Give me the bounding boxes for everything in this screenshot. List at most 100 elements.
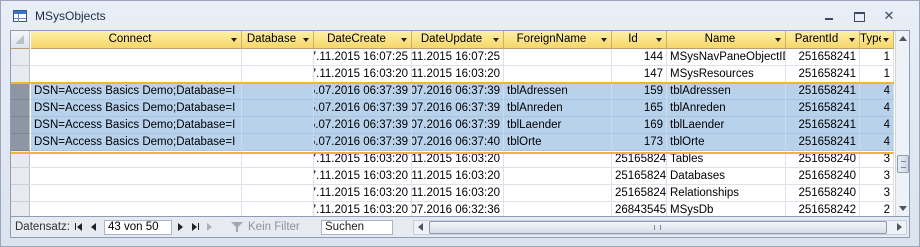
cell-id[interactable]: 173 — [612, 134, 667, 151]
cell-datecreate[interactable]: 07.11.2015 16:03:20 — [314, 151, 412, 168]
chevron-down-icon[interactable] — [775, 38, 781, 42]
cell-connect[interactable]: DSN=Access Basics Demo;Database=I — [31, 117, 242, 134]
cell-id[interactable]: 268435456 — [612, 202, 667, 216]
cell-foreignname[interactable] — [504, 168, 612, 185]
chevron-down-icon[interactable] — [303, 38, 309, 42]
cell-datecreate[interactable]: 07.11.2015 16:03:20 — [314, 185, 412, 202]
cell-parentid[interactable]: 251658240 — [786, 168, 860, 185]
cell-id[interactable]: 251658243 — [612, 185, 667, 202]
cell-datecreate[interactable]: 05.07.2016 06:37:39 — [314, 83, 412, 100]
chevron-down-icon[interactable] — [401, 38, 407, 42]
cell-type[interactable]: 4 — [860, 117, 894, 134]
row-selector[interactable] — [11, 49, 30, 66]
column-header-connect[interactable]: Connect — [31, 31, 242, 49]
cell-dateupdate[interactable]: 05.07.2016 06:37:39 — [412, 117, 504, 134]
chevron-down-icon[interactable] — [656, 38, 662, 42]
cell-parentid[interactable]: 251658241 — [786, 117, 860, 134]
cell-type[interactable]: 4 — [860, 100, 894, 117]
cell-type[interactable]: 1 — [860, 66, 894, 83]
cell-connect[interactable] — [31, 168, 242, 185]
cell-id[interactable]: 251658241 — [612, 151, 667, 168]
filter-toggle[interactable]: Kein Filter — [225, 220, 317, 235]
cell-datecreate[interactable]: 07.11.2015 16:03:20 — [314, 66, 412, 83]
cell-name[interactable]: tblLaender — [667, 117, 786, 134]
table-row[interactable]: DSN=Access Basics Demo;Database=I 05.07.2… — [11, 83, 894, 100]
cell-name[interactable]: MSysDb — [667, 202, 786, 216]
cell-dateupdate[interactable]: 07.11.2015 16:03:20 — [412, 168, 504, 185]
table-row[interactable]: DSN=Access Basics Demo;Database=I 05.07.2… — [11, 134, 894, 151]
cell-database[interactable] — [242, 66, 314, 83]
cell-id[interactable]: 144 — [612, 49, 667, 66]
cell-dateupdate[interactable]: 05.07.2016 06:37:40 — [412, 134, 504, 151]
cell-connect[interactable] — [31, 66, 242, 83]
cell-foreignname[interactable] — [504, 66, 612, 83]
row-selector[interactable] — [11, 66, 30, 83]
last-record-icon[interactable] — [189, 220, 202, 234]
cell-connect[interactable]: DSN=Access Basics Demo;Database=I — [31, 83, 242, 100]
column-header-foreignname[interactable]: ForeignName — [504, 31, 612, 49]
table-row[interactable]: 07.11.2015 16:07:2507.11.2015 16:07:25 14… — [11, 49, 894, 66]
cell-name[interactable]: tblAnreden — [667, 100, 786, 117]
cell-name[interactable]: Tables — [667, 151, 786, 168]
maximize-icon[interactable] — [852, 10, 866, 22]
column-header-dateupdate[interactable]: DateUpdate — [412, 31, 504, 49]
cell-dateupdate[interactable]: 05.07.2016 06:37:39 — [412, 100, 504, 117]
vertical-scroll-thumb[interactable] — [897, 155, 909, 173]
cell-foreignname[interactable]: tblAdressen — [504, 83, 612, 100]
column-header-type[interactable]: Type — [860, 31, 894, 49]
minimize-icon[interactable] — [822, 10, 836, 22]
scroll-down-icon[interactable] — [896, 201, 909, 216]
table-row[interactable]: 07.11.2015 16:03:2007.11.2015 16:03:20 25… — [11, 151, 894, 168]
cell-id[interactable]: 251658242 — [612, 168, 667, 185]
cell-dateupdate[interactable]: 07.11.2015 16:03:20 — [412, 151, 504, 168]
row-selector[interactable] — [11, 117, 30, 134]
cell-parentid[interactable]: 251658241 — [786, 66, 860, 83]
column-header-name[interactable]: Name — [667, 31, 786, 49]
cell-datecreate[interactable]: 07.11.2015 16:03:20 — [314, 202, 412, 216]
cell-database[interactable] — [242, 49, 314, 66]
cell-dateupdate[interactable]: 07.11.2015 16:03:20 — [412, 185, 504, 202]
cell-datecreate[interactable]: 05.07.2016 06:37:39 — [314, 117, 412, 134]
first-record-icon[interactable] — [72, 220, 85, 234]
cell-foreignname[interactable]: tblAnreden — [504, 100, 612, 117]
horizontal-scroll-thumb[interactable] — [429, 221, 887, 234]
cell-database[interactable] — [242, 202, 314, 216]
cell-type[interactable]: 1 — [860, 49, 894, 66]
cell-foreignname[interactable] — [504, 185, 612, 202]
cell-datecreate[interactable]: 05.07.2016 06:37:39 — [314, 100, 412, 117]
cell-name[interactable]: Databases — [667, 168, 786, 185]
cell-database[interactable] — [242, 151, 314, 168]
cell-type[interactable]: 3 — [860, 151, 894, 168]
table-row[interactable]: DSN=Access Basics Demo;Database=I 05.07.2… — [11, 100, 894, 117]
cell-connect[interactable] — [31, 202, 242, 216]
row-selector[interactable] — [11, 100, 30, 117]
row-selector[interactable] — [11, 134, 30, 151]
table-row[interactable]: 07.11.2015 16:03:2005.07.2016 06:32:36 26… — [11, 202, 894, 216]
column-header-database[interactable]: Database — [242, 31, 314, 49]
cell-parentid[interactable]: 251658241 — [786, 134, 860, 151]
chevron-down-icon[interactable] — [231, 38, 237, 42]
column-header-id[interactable]: Id — [612, 31, 667, 49]
cell-parentid[interactable]: 251658242 — [786, 202, 860, 216]
row-selector[interactable] — [11, 168, 30, 185]
row-selector[interactable] — [11, 202, 30, 216]
cell-database[interactable] — [242, 100, 314, 117]
cell-type[interactable]: 3 — [860, 168, 894, 185]
cell-parentid[interactable]: 251658241 — [786, 100, 860, 117]
current-record-field[interactable]: 43 von 50 — [104, 220, 172, 235]
cell-database[interactable] — [242, 134, 314, 151]
chevron-down-icon[interactable] — [601, 38, 607, 42]
cell-type[interactable]: 2 — [860, 202, 894, 216]
cell-type[interactable]: 3 — [860, 185, 894, 202]
cell-dateupdate[interactable]: 05.07.2016 06:32:36 — [412, 202, 504, 216]
chevron-down-icon[interactable] — [849, 38, 855, 42]
cell-dateupdate[interactable]: 07.11.2015 16:07:25 — [412, 49, 504, 66]
cell-parentid[interactable]: 251658241 — [786, 83, 860, 100]
cell-connect[interactable]: DSN=Access Basics Demo;Database=I — [31, 134, 242, 151]
row-selector[interactable] — [11, 83, 30, 100]
cell-datecreate[interactable]: 07.11.2015 16:03:20 — [314, 168, 412, 185]
cell-parentid[interactable]: 251658240 — [786, 185, 860, 202]
vertical-scrollbar[interactable] — [895, 31, 909, 216]
search-field[interactable]: Suchen — [321, 220, 393, 235]
cell-id[interactable]: 159 — [612, 83, 667, 100]
